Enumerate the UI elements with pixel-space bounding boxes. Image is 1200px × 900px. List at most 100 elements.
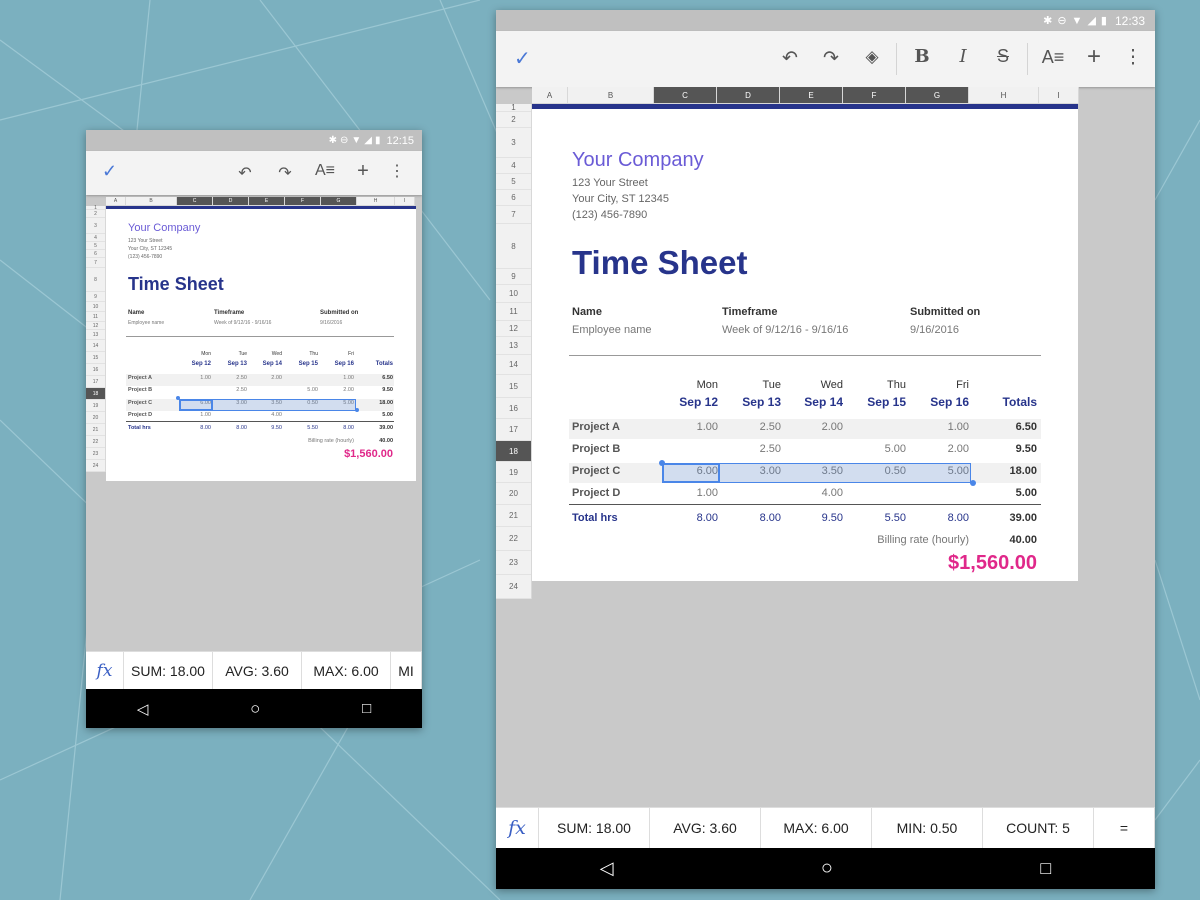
total-hrs-cell[interactable]: 5.50 (284, 425, 318, 431)
row-header-13[interactable]: 13 (86, 330, 105, 340)
check-icon[interactable]: ✓ (514, 46, 531, 71)
column-header-i[interactable]: I (395, 197, 415, 205)
column-header-d[interactable]: D (213, 197, 249, 205)
row-header-22[interactable]: 22 (86, 436, 105, 448)
row-header-6[interactable]: 6 (86, 250, 105, 258)
project-name[interactable]: Project C (572, 465, 620, 477)
row-header-11[interactable]: 11 (86, 312, 105, 322)
hours-cell[interactable]: 1.00 (660, 487, 718, 499)
column-header-g[interactable]: G (321, 197, 357, 205)
selection-handle-end[interactable] (970, 480, 976, 486)
column-header-f[interactable]: F (285, 197, 321, 205)
row-header-17[interactable]: 17 (496, 419, 531, 441)
column-header-a[interactable]: A (106, 197, 126, 205)
row-header-3[interactable]: 3 (496, 128, 531, 158)
text-format-icon[interactable]: A≡ (314, 162, 336, 180)
column-header-f[interactable]: F (843, 87, 906, 103)
add-icon[interactable]: + (1082, 43, 1106, 71)
hours-cell[interactable]: 2.50 (213, 375, 247, 381)
row-header-2[interactable]: 2 (86, 210, 105, 218)
project-total[interactable]: 5.00 (979, 487, 1037, 499)
fx-icon[interactable]: fx (496, 808, 539, 848)
row-header-8[interactable]: 8 (496, 224, 531, 269)
total-hrs-cell[interactable]: 8.00 (911, 512, 969, 524)
project-name[interactable]: Project C (128, 400, 152, 406)
row-header-7[interactable]: 7 (86, 258, 105, 268)
back-icon[interactable]: ◁ (137, 700, 149, 718)
row-header-13[interactable]: 13 (496, 337, 531, 355)
column-header-c[interactable]: C (177, 197, 213, 205)
row-header-19[interactable]: 19 (496, 462, 531, 483)
italic-icon[interactable]: I (951, 46, 975, 67)
redo-icon[interactable]: ↷ (819, 47, 843, 70)
stat-item[interactable]: AVG: 3.60 (213, 652, 302, 689)
hours-cell[interactable]: 2.00 (785, 421, 843, 433)
hours-cell[interactable]: 2.00 (320, 387, 354, 393)
row-header-9[interactable]: 9 (496, 269, 531, 285)
row-header-6[interactable]: 6 (496, 190, 531, 206)
total-hrs-cell[interactable]: 8.00 (723, 512, 781, 524)
recents-icon[interactable]: □ (1040, 858, 1051, 879)
row-header-16[interactable]: 16 (86, 364, 105, 376)
row-header-15[interactable]: 15 (86, 352, 105, 364)
row-header-22[interactable]: 22 (496, 527, 531, 551)
column-header-b[interactable]: B (568, 87, 654, 103)
selection-handle-end[interactable] (355, 408, 359, 412)
total-hrs-cell[interactable]: 8.00 (177, 425, 211, 431)
total-hrs-cell[interactable]: 8.00 (320, 425, 354, 431)
row-header-10[interactable]: 10 (86, 302, 105, 312)
hours-cell[interactable]: 2.00 (911, 443, 969, 455)
column-header-h[interactable]: H (357, 197, 395, 205)
hours-cell[interactable]: 2.50 (723, 421, 781, 433)
row-header-5[interactable]: 5 (86, 242, 105, 250)
selection-handle-start[interactable] (659, 460, 665, 466)
back-icon[interactable]: ◁ (600, 858, 614, 879)
grand-total[interactable]: $1,560.00 (921, 552, 1037, 575)
stat-item[interactable]: MAX: 6.00 (302, 652, 391, 689)
row-header-18[interactable]: 18 (496, 441, 531, 462)
hours-cell[interactable]: 5.00 (284, 387, 318, 393)
row-header-10[interactable]: 10 (496, 285, 531, 303)
row-header-12[interactable]: 12 (86, 322, 105, 330)
stat-item[interactable]: AVG: 3.60 (650, 808, 761, 848)
row-header-8[interactable]: 8 (86, 268, 105, 292)
hours-cell[interactable]: 4.00 (785, 487, 843, 499)
fx-icon[interactable]: fx (86, 652, 124, 689)
undo-icon[interactable]: ↶ (778, 47, 802, 70)
add-icon[interactable]: + (352, 160, 374, 183)
stat-item[interactable]: MIN: 0.50 (872, 808, 983, 848)
project-total[interactable]: 18.00 (979, 465, 1037, 477)
stat-item[interactable]: SUM: 18.00 (124, 652, 213, 689)
row-header-7[interactable]: 7 (496, 206, 531, 224)
strikethrough-icon[interactable]: S (991, 46, 1015, 67)
text-format-icon[interactable]: A≡ (1040, 47, 1066, 68)
recents-icon[interactable]: □ (362, 700, 371, 717)
total-hrs-sum[interactable]: 39.00 (359, 425, 393, 431)
home-icon[interactable]: ○ (250, 699, 260, 719)
total-hrs-sum[interactable]: 39.00 (979, 512, 1037, 524)
hours-cell[interactable]: 2.50 (723, 443, 781, 455)
column-header-e[interactable]: E (780, 87, 843, 103)
row-header-21[interactable]: 21 (496, 505, 531, 527)
billing-rate-value[interactable]: 40.00 (359, 438, 393, 444)
more-vert-icon[interactable]: ⋮ (1124, 46, 1143, 69)
check-icon[interactable]: ✓ (102, 161, 117, 182)
row-header-14[interactable]: 14 (496, 355, 531, 375)
project-name[interactable]: Project D (128, 412, 152, 418)
stat-item[interactable]: = (1094, 808, 1155, 848)
row-header-3[interactable]: 3 (86, 218, 105, 234)
row-header-12[interactable]: 12 (496, 321, 531, 337)
more-vert-icon[interactable]: ⋮ (389, 161, 405, 181)
row-header-16[interactable]: 16 (496, 398, 531, 419)
stat-item[interactable]: MI (391, 652, 422, 689)
grand-total[interactable]: $1,560.00 (325, 448, 393, 460)
column-header-i[interactable]: I (1039, 87, 1079, 103)
row-header-9[interactable]: 9 (86, 292, 105, 302)
row-header-20[interactable]: 20 (496, 483, 531, 505)
row-header-21[interactable]: 21 (86, 424, 105, 436)
hours-cell[interactable]: 1.00 (320, 375, 354, 381)
row-header-14[interactable]: 14 (86, 340, 105, 352)
stat-item[interactable]: SUM: 18.00 (539, 808, 650, 848)
column-header-g[interactable]: G (906, 87, 969, 103)
total-hrs-cell[interactable]: 5.50 (848, 512, 906, 524)
